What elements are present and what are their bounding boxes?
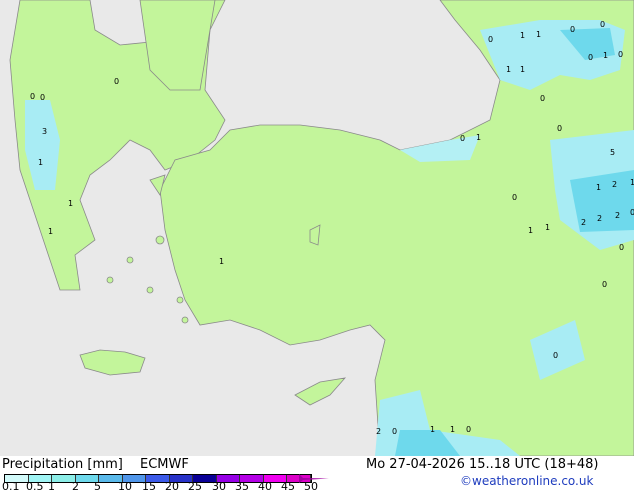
precip-value-label: 3	[42, 127, 47, 136]
precip-value-label: 1	[536, 30, 541, 39]
scale-tick-label: 1	[48, 480, 55, 493]
scale-tick-label: 30	[212, 480, 226, 493]
precip-value-label: 0	[600, 20, 605, 29]
precip-value-label: 0	[553, 351, 558, 360]
precip-value-label: 2	[376, 427, 381, 436]
precip-value-label: 5	[610, 148, 615, 157]
scale-tick-label: 20	[165, 480, 179, 493]
map-title: Precipitation [mm]	[2, 457, 123, 472]
scale-tick-label: 10	[118, 480, 132, 493]
precip-value-label: 1	[476, 133, 481, 142]
credit-link[interactable]: ©weatheronline.co.uk	[460, 474, 593, 488]
precip-value-label: 1	[603, 51, 608, 60]
precip-value-label: 2	[612, 180, 617, 189]
precip-value-label: 0	[392, 427, 397, 436]
precip-value-label: 0	[512, 193, 517, 202]
scale-tick-label: 35	[235, 480, 249, 493]
precip-value-label: 0	[466, 425, 471, 434]
precip-value-label: 1	[68, 199, 73, 208]
precip-value-label: 1	[450, 425, 455, 434]
precip-value-label: 1	[48, 227, 53, 236]
precip-value-label: 0	[602, 280, 607, 289]
precip-value-label: 0	[618, 50, 623, 59]
scale-tick-label: 2	[72, 480, 79, 493]
precip-value-label: 1	[506, 65, 511, 74]
precip-value-label: 1	[545, 223, 550, 232]
precipitation-map: 0 1 10001011 0003111000 1051 2 12 2 21 100102 0 1 1 0…	[0, 0, 634, 456]
scale-tick-label: 45	[281, 480, 295, 493]
scale-tick-label: 0.5	[26, 480, 44, 493]
precip-value-label: 2	[615, 211, 620, 220]
precip-value-label: 1	[630, 178, 634, 187]
precip-value-label: 0	[460, 134, 465, 143]
scale-tick-label: 50	[304, 480, 318, 493]
valid-datetime: Mo 27-04-2026 15..18 UTC (18+48)	[366, 457, 599, 472]
scale-tick-label: 25	[188, 480, 202, 493]
precip-value-label: 0	[557, 124, 562, 133]
precip-value-label: 0	[588, 53, 593, 62]
precip-value-label: 0	[114, 77, 119, 86]
precip-value-label: 0	[40, 93, 45, 102]
model-name: ECMWF	[140, 457, 189, 472]
precip-value-label: 0	[488, 35, 493, 44]
precip-value-label: 1	[528, 226, 533, 235]
precip-value-label: 1	[38, 158, 43, 167]
scale-tick-label: 5	[94, 480, 101, 493]
precip-value-label: 0	[619, 243, 624, 252]
precip-value-label: 2	[581, 218, 586, 227]
precip-value-label: 1	[520, 65, 525, 74]
precip-value-label: 2	[597, 214, 602, 223]
precip-value-label: 0	[540, 94, 545, 103]
scale-tick-label: 15	[142, 480, 156, 493]
precip-value-label: 0	[570, 25, 575, 34]
scale-tick-label: 40	[258, 480, 272, 493]
precip-value-label: 1	[219, 257, 224, 266]
scale-tick-label: 0.1	[2, 480, 20, 493]
precip-value-label: 1	[520, 31, 525, 40]
precip-value-label: 0	[30, 92, 35, 101]
precip-value-label: 0	[630, 208, 634, 217]
precip-value-label: 1	[596, 183, 601, 192]
precip-value-label: 1	[430, 425, 435, 434]
